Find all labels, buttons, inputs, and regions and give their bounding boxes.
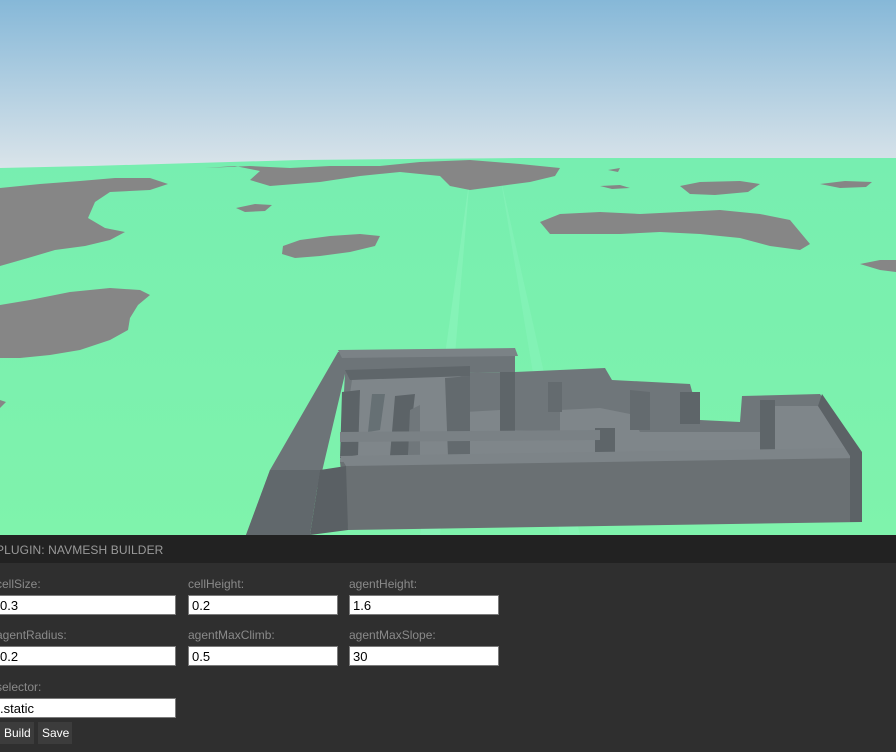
agentmaxclimb-field: agentMaxClimb:	[188, 628, 338, 666]
cellsize-label: cellSize:	[0, 577, 41, 591]
selector-field: selector:	[0, 680, 176, 718]
navmesh-scene	[0, 0, 896, 535]
agentheight-label: agentHeight:	[349, 577, 418, 591]
agentmaxclimb-label: agentMaxClimb:	[188, 628, 275, 642]
agentradius-input[interactable]	[0, 646, 176, 666]
build-button[interactable]: Build	[0, 722, 34, 744]
agentmaxslope-input[interactable]	[349, 646, 499, 666]
navmesh-builder-panel: PLUGIN: NAVMESH BUILDER cellSize: cellHe…	[0, 535, 896, 752]
sky	[0, 0, 896, 180]
agentmaxslope-label: agentMaxSlope:	[349, 628, 436, 642]
panel-title: PLUGIN: NAVMESH BUILDER	[0, 543, 164, 557]
agentheight-input[interactable]	[349, 595, 499, 615]
cellheight-field: cellHeight:	[188, 577, 338, 615]
agentheight-field: agentHeight:	[349, 577, 499, 615]
selector-input[interactable]	[0, 698, 176, 718]
cellsize-field: cellSize:	[0, 577, 176, 615]
cellheight-label: cellHeight:	[188, 577, 245, 591]
3d-viewport[interactable]	[0, 0, 896, 535]
agentradius-field: agentRadius:	[0, 628, 176, 666]
agentradius-label: agentRadius:	[0, 628, 67, 642]
save-button[interactable]: Save	[38, 722, 72, 744]
selector-label: selector:	[0, 680, 42, 694]
panel-header: PLUGIN: NAVMESH BUILDER	[0, 535, 896, 563]
cellheight-input[interactable]	[188, 595, 338, 615]
agentmaxslope-field: agentMaxSlope:	[349, 628, 499, 666]
cellsize-input[interactable]	[0, 595, 176, 615]
agentmaxclimb-input[interactable]	[188, 646, 338, 666]
